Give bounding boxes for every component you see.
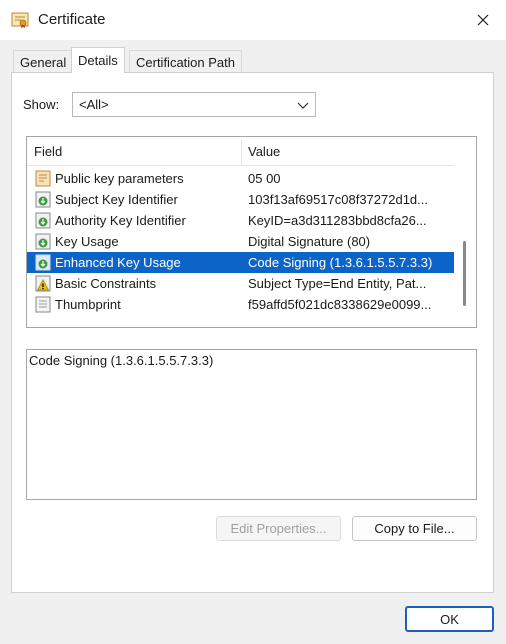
list-header: Field Value [27,137,455,166]
chevron-down-icon [297,102,309,109]
fields-list[interactable]: Field Value Public key parameters 05 00 … [26,136,477,328]
list-item[interactable]: Key Usage Digital Signature (80) [27,231,455,252]
critical-warning-icon [35,275,51,292]
edit-properties-button[interactable]: Edit Properties... [216,516,341,541]
show-label: Show: [23,97,60,112]
list-item[interactable]: Thumbprint f59affd5f021dc8338629e0099... [27,294,455,315]
show-select-value: <All> [79,97,109,112]
scrollbar-thumb[interactable] [463,241,466,306]
document-icon [35,296,51,313]
show-select[interactable]: <All> [72,92,316,117]
extension-download-icon [35,233,51,250]
field-detail-textbox[interactable]: Code Signing (1.3.6.1.5.5.7.3.3) [26,349,477,500]
tab-details[interactable]: Details [71,47,125,73]
close-button[interactable] [460,0,506,40]
column-separator[interactable] [241,139,242,165]
list-item-selected[interactable]: Enhanced Key Usage Code Signing (1.3.6.1… [27,252,455,273]
column-header-field[interactable]: Field [34,144,62,159]
certificate-icon [11,12,29,28]
vertical-scrollbar[interactable] [454,137,476,327]
list-item[interactable]: Authority Key Identifier KeyID=a3d311283… [27,210,455,231]
tab-general[interactable]: General [13,50,74,73]
column-header-value[interactable]: Value [248,144,280,159]
tab-certification-path[interactable]: Certification Path [129,50,242,73]
close-icon [477,14,489,26]
ok-button[interactable]: OK [405,606,494,632]
list-item[interactable]: Subject Key Identifier 103f13af69517c08f… [27,189,455,210]
list-item[interactable]: Basic Constraints Subject Type=End Entit… [27,273,455,294]
list-item[interactable]: Public key parameters 05 00 [27,168,455,189]
window-title: Certificate [38,11,106,28]
certificate-doc-icon [35,170,51,187]
extension-download-icon [35,254,51,271]
extension-download-icon [35,212,51,229]
extension-download-icon [35,191,51,208]
copy-to-file-button[interactable]: Copy to File... [352,516,477,541]
title-bar: Certificate [0,0,506,40]
